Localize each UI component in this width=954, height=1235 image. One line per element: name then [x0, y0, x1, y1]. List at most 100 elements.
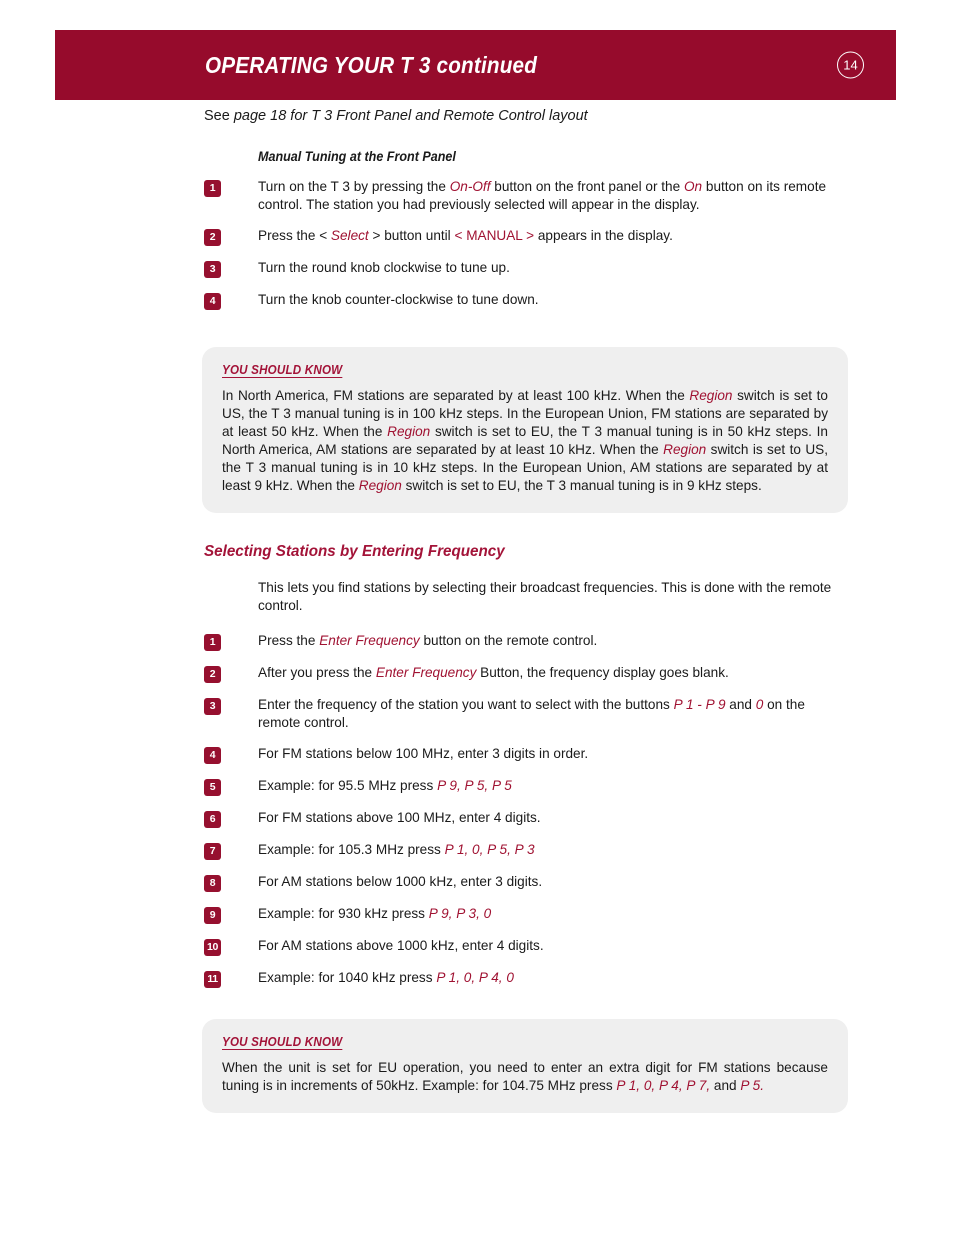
section-lead-paragraph: This lets you find stations by selecting… [258, 580, 832, 614]
text-run: Turn on the T 3 by pressing the [258, 179, 450, 194]
emphasis-red-italic: Enter Frequency [319, 633, 420, 649]
text-run: Example: for 930 kHz press [258, 906, 429, 922]
emphasis-red-italic: Region [689, 387, 733, 403]
step-text: Example: for 95.5 MHz press P 9, P 5, P … [258, 777, 846, 795]
emphasis-red-italic: Region [663, 442, 707, 458]
text-run: Example: for 105.3 MHz press [258, 842, 445, 858]
text-run: Example: for 95.5 MHz press [258, 778, 438, 794]
numbered-step: 2 Press the < Select > button until < MAN… [204, 227, 846, 246]
text-run: For FM stations above 100 MHz, enter 4 d… [258, 810, 541, 826]
numbered-step: 1 Press the Enter Frequency button on the… [204, 632, 846, 652]
numbered-step: 3 Enter the frequency of the station you … [204, 696, 846, 732]
numbered-step: 9 Example: for 930 kHz press P 9, P 3, 0 [204, 905, 846, 925]
emphasis-red-italic: P 5. [740, 1078, 765, 1094]
text-run: Button, the frequency display goes blank… [476, 665, 729, 681]
text-run: For FM stations below 100 MHz, enter 3 d… [258, 746, 589, 762]
emphasis-red: < MANUAL > [454, 227, 535, 243]
emphasis-red-italic: P 9, P 5, P 5 [437, 778, 512, 794]
emphasis-red-italic: Region [387, 424, 431, 440]
step-text: For AM stations above 1000 kHz, enter 4 … [258, 937, 846, 955]
text-run: After you press the [258, 665, 376, 681]
numbered-step: 1 Turn on the T 3 by pressing the On-Off … [204, 178, 846, 214]
step-text: Turn the knob counter-clockwise to tune … [258, 291, 846, 309]
text-run: Press the [258, 633, 320, 649]
step-text: Turn on the T 3 by pressing the On-Off b… [258, 178, 846, 214]
manual-tuning-step-list: 1 Turn on the T 3 by pressing the On-Off … [204, 178, 846, 310]
numbered-step: 2 After you press the Enter Frequency But… [204, 664, 846, 684]
text-run: Turn the round knob clockwise to tune up… [258, 259, 510, 275]
you-should-know-body: In North America, FM stations are separa… [222, 387, 828, 495]
emphasis-red-italic: P 1 - P 9 [673, 697, 726, 713]
numbered-step: 11 Example: for 1040 kHz press P 1, 0, P … [204, 969, 846, 989]
page-title: OPERATING YOUR T 3 continued [205, 51, 538, 78]
numbered-step: 7 Example: for 105.3 MHz press P 1, 0, P … [204, 841, 846, 861]
text-run: Turn the knob counter-clockwise to tune … [258, 291, 539, 307]
step-text: For AM stations below 1000 kHz, enter 3 … [258, 873, 846, 891]
numbered-step: 4 Turn the knob counter-clockwise to tune… [204, 291, 846, 310]
emphasis-red-italic: Enter Frequency [375, 665, 477, 681]
you-should-know-title: YOU SHOULD KNOW [222, 1035, 343, 1050]
step-number-badge: 9 [204, 907, 221, 925]
step-text: Example: for 930 kHz press P 9, P 3, 0 [258, 905, 846, 923]
text-run: For AM stations above 1000 kHz, enter 4 … [258, 938, 544, 954]
step-text: Enter the frequency of the station you w… [258, 696, 846, 732]
step-number-badge: 10 [204, 939, 221, 957]
step-text: Example: for 105.3 MHz press P 1, 0, P 5… [258, 841, 846, 859]
you-should-know-body: When the unit is set for EU operation, y… [222, 1059, 828, 1095]
numbered-step: 8 For AM stations below 1000 kHz, enter 3… [204, 873, 846, 893]
text-run: > button until [368, 227, 455, 243]
step-number-badge: 7 [204, 843, 221, 861]
step-text: For FM stations below 100 MHz, enter 3 d… [258, 745, 846, 763]
text-run: button on the front panel or the [490, 179, 684, 194]
step-number-badge: 2 [204, 228, 221, 246]
text-run: For AM stations below 1000 kHz, enter 3 … [258, 874, 543, 890]
page-number-badge: 14 [837, 51, 864, 79]
step-number-badge: 11 [204, 971, 221, 989]
step-number-badge: 4 [204, 292, 221, 310]
you-should-know-title: YOU SHOULD KNOW [222, 362, 343, 377]
step-text: Press the Enter Frequency button on the … [258, 632, 846, 650]
text-run: and [725, 697, 756, 713]
step-number-badge: 6 [204, 811, 221, 829]
cross-reference-prefix: See [204, 108, 234, 124]
emphasis-red-italic: On [683, 179, 703, 194]
step-number-badge: 4 [204, 747, 221, 765]
cross-reference-target: page 18 for T 3 Front Panel and Remote C… [233, 108, 588, 124]
step-text: Press the < Select > button until < MANU… [258, 227, 846, 245]
text-run: switch is set to EU, the T 3 manual tuni… [401, 478, 762, 494]
step-number-badge: 1 [204, 180, 221, 197]
emphasis-red-italic: P 1, 0, P 4, P 7, [616, 1078, 711, 1094]
you-should-know-panel-2: YOU SHOULD KNOW When the unit is set for… [202, 1019, 848, 1114]
text-run: and [710, 1078, 741, 1094]
emphasis-red-italic: On-Off [449, 179, 491, 194]
cross-reference-line: See page 18 for T 3 Front Panel and Remo… [204, 108, 846, 124]
emphasis-red-italic: Select [330, 227, 369, 243]
step-text: Turn the round knob clockwise to tune up… [258, 259, 846, 277]
emphasis-red-italic: P 1, 0, P 4, 0 [436, 970, 514, 986]
text-run: button on the remote control. [419, 633, 598, 649]
page-header-bar: OPERATING YOUR T 3 continued 14 [55, 30, 896, 100]
emphasis-red-italic: P 1, 0, P 5, P 3 [444, 842, 535, 858]
step-text: After you press the Enter Frequency Butt… [258, 664, 846, 682]
text-run: appears in the display. [534, 227, 673, 243]
emphasis-red-italic: P 9, P 3, 0 [428, 906, 492, 922]
step-number-badge: 1 [204, 634, 221, 652]
section-heading-selecting-stations: Selecting Stations by Entering Frequency [204, 543, 505, 561]
emphasis-red-italic: Region [358, 478, 402, 494]
step-number-badge: 2 [204, 666, 221, 684]
step-number-badge: 3 [204, 698, 221, 716]
numbered-step: 6 For FM stations above 100 MHz, enter 4 … [204, 809, 846, 829]
text-run: Press the < [258, 227, 331, 243]
step-number-badge: 8 [204, 875, 221, 893]
step-text: Example: for 1040 kHz press P 1, 0, P 4,… [258, 969, 846, 987]
numbered-step: 3 Turn the round knob clockwise to tune u… [204, 259, 846, 278]
page-content: See page 18 for T 3 Front Panel and Remo… [202, 108, 848, 1114]
subsection-heading-manual-tuning: Manual Tuning at the Front Panel [258, 149, 456, 164]
numbered-step: 4 For FM stations below 100 MHz, enter 3 … [204, 745, 846, 765]
step-number-badge: 3 [204, 260, 221, 278]
text-run: Example: for 1040 kHz press [258, 970, 437, 986]
text-run: Enter the frequency of the station you w… [258, 697, 674, 713]
numbered-step: 5 Example: for 95.5 MHz press P 9, P 5, P… [204, 777, 846, 797]
step-number-badge: 5 [204, 779, 221, 797]
entering-frequency-step-list: 1 Press the Enter Frequency button on the… [204, 632, 846, 989]
